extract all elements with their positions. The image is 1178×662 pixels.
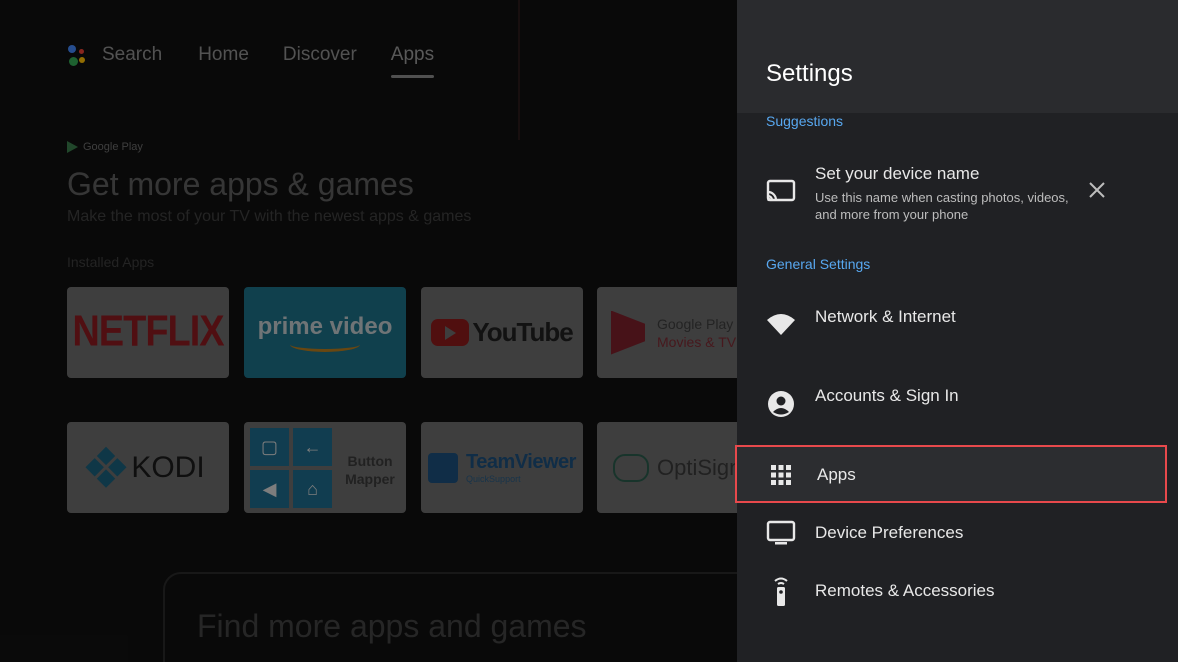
- find-more-text: Find more apps and games: [197, 608, 587, 644]
- app-tile-prime-video[interactable]: prime video: [244, 287, 406, 378]
- device-preferences-item[interactable]: Device Preferences: [737, 517, 1178, 573]
- youtube-logo: YouTube: [431, 317, 574, 348]
- nav-home[interactable]: Home: [198, 44, 249, 66]
- device-name-description: Use this name when casting photos, video…: [815, 190, 1069, 222]
- app-tile-teamviewer[interactable]: TeamViewer QuickSupport: [421, 422, 583, 513]
- tv-icon: [765, 517, 797, 549]
- accounts-sign-in-item[interactable]: Accounts & Sign In: [737, 378, 1178, 434]
- google-play-movies-logo: Google Play Movies & TV: [597, 310, 740, 355]
- remotes-accessories-item[interactable]: Remotes & Accessories: [737, 575, 1178, 631]
- teamviewer-icon: [428, 452, 459, 483]
- wifi-icon: [765, 308, 797, 340]
- remote-icon: [765, 575, 797, 607]
- optisigns-text: OptiSign: [657, 454, 740, 480]
- square-icon: ▢: [250, 428, 289, 466]
- close-icon[interactable]: [1085, 178, 1109, 202]
- remotes-accessories-label: Remotes & Accessories: [815, 581, 995, 600]
- device-name-title: Set your device name: [815, 164, 980, 183]
- gp-movies-line1: Google Play: [657, 315, 734, 332]
- teamviewer-logo: TeamViewer QuickSupport: [428, 451, 576, 484]
- app-tile-button-mapper[interactable]: ▢ ← ◀ ⌂ Button Mapper: [244, 422, 406, 513]
- promo-title: Get more apps & games: [67, 166, 414, 202]
- nav-search[interactable]: Search: [102, 44, 162, 66]
- account-circle-icon: [765, 388, 797, 420]
- set-device-name-item[interactable]: Set your device name Use this name when …: [737, 160, 1178, 230]
- quicksupport-text: QuickSupport: [466, 474, 521, 484]
- background-decoration: [518, 0, 520, 140]
- youtube-play-icon: [431, 319, 470, 346]
- button-mapper-label: Button Mapper: [345, 453, 395, 487]
- prime-video-logo: prime video: [258, 313, 392, 352]
- settings-panel: Settings Suggestions Set your device nam…: [737, 0, 1178, 662]
- app-tile-youtube[interactable]: YouTube: [421, 287, 583, 378]
- back-arrow-icon: ←: [293, 428, 332, 466]
- general-settings-header: General Settings: [766, 256, 871, 272]
- button-mapper-icon: ▢ ← ◀ ⌂: [250, 428, 332, 508]
- cast-icon: [765, 176, 797, 208]
- nav-apps[interactable]: Apps: [390, 44, 435, 78]
- app-tile-netflix[interactable]: NETFLIX: [67, 287, 229, 378]
- app-tile-optisigns[interactable]: OptiSign: [597, 422, 740, 513]
- cloud-icon: [613, 453, 649, 482]
- installed-apps-label: Installed Apps: [67, 254, 155, 270]
- settings-header: Settings: [737, 0, 1178, 113]
- netflix-logo: NETFLIX: [72, 307, 224, 357]
- app-tile-kodi[interactable]: KODI: [67, 422, 229, 513]
- home-icon: ⌂: [293, 470, 332, 508]
- prime-smile-icon: [290, 337, 360, 352]
- google-play-icon: [67, 141, 78, 153]
- google-play-text: Google Play: [83, 141, 143, 153]
- apps-label: Apps: [817, 465, 856, 484]
- google-play-label: Google Play: [67, 141, 143, 153]
- apps-grid-icon: [771, 465, 791, 490]
- device-preferences-label: Device Preferences: [815, 523, 964, 542]
- network-internet-item[interactable]: Network & Internet: [737, 300, 1178, 356]
- gp-movies-line2: Movies & TV: [657, 333, 737, 350]
- kodi-logo: KODI: [85, 446, 205, 488]
- settings-title: Settings: [766, 60, 853, 87]
- network-internet-label: Network & Internet: [815, 307, 956, 326]
- app-tile-google-play-movies[interactable]: Google Play Movies & TV: [597, 287, 740, 378]
- teamviewer-text: TeamViewer: [466, 451, 576, 473]
- kodi-icon: [85, 446, 127, 488]
- optisigns-logo: OptiSign: [597, 453, 740, 482]
- top-navigation: Search Home Discover Apps: [66, 40, 468, 78]
- apps-item-highlight[interactable]: Apps: [735, 445, 1167, 503]
- film-icon: [611, 310, 645, 355]
- kodi-text: KODI: [131, 450, 205, 484]
- suggestions-header: Suggestions: [766, 113, 844, 129]
- promo-subtitle: Make the most of your TV with the newest…: [67, 208, 472, 225]
- home-screen: Search Home Discover Apps Google Play Ge…: [0, 0, 740, 662]
- accounts-sign-in-label: Accounts & Sign In: [815, 386, 959, 405]
- youtube-text: YouTube: [472, 317, 573, 347]
- volume-icon: ◀: [250, 470, 289, 508]
- google-assistant-icon[interactable]: [66, 42, 92, 68]
- nav-discover[interactable]: Discover: [283, 44, 357, 66]
